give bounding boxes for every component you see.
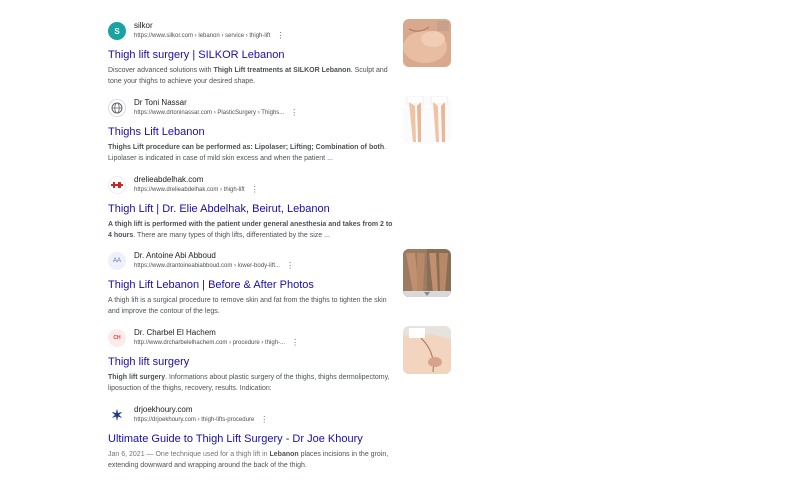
snippet-highlight: Lebanon bbox=[269, 451, 299, 458]
snippet-highlight: Thigh Lift treatments at SILKOR Lebanon bbox=[213, 67, 351, 74]
silkor-favicon-icon: S bbox=[108, 22, 126, 40]
more-options-icon[interactable]: ⋮ bbox=[260, 416, 268, 424]
result-title-link[interactable]: Thigh Lift | Dr. Elie Abdelhak, Beirut, … bbox=[108, 202, 468, 216]
result-thumbnail[interactable] bbox=[403, 249, 451, 297]
more-options-icon[interactable]: ⋮ bbox=[290, 109, 298, 117]
site-name: drjoekhoury.com bbox=[134, 405, 193, 414]
result-thumbnail[interactable] bbox=[403, 96, 451, 144]
site-url: https://drjoekhoury.com › thigh-lifts-pr… bbox=[134, 417, 255, 423]
snippet-text: Discover advanced solutions with bbox=[108, 67, 214, 74]
globe-icon-glyph bbox=[111, 102, 123, 114]
result-snippet: Thigh lift surgery. Informations about p… bbox=[108, 372, 398, 394]
more-options-icon[interactable]: ⋮ bbox=[291, 339, 299, 347]
result-snippet: A thigh lift is a surgical procedure to … bbox=[108, 295, 398, 317]
thigh-skin-image bbox=[403, 19, 451, 67]
more-options-icon[interactable]: ⋮ bbox=[251, 186, 259, 194]
legs-before-after-image bbox=[403, 96, 451, 144]
result-source[interactable]: ✶ drjoekhoury.com https://drjoekhoury.co… bbox=[108, 402, 468, 428]
snippet-highlight: Thigh lift surgery bbox=[108, 374, 166, 381]
favicon-letter: CH bbox=[113, 335, 121, 341]
site-url: http://www.drcharbelelhachem.com › proce… bbox=[134, 340, 286, 346]
more-options-icon[interactable]: ⋮ bbox=[276, 32, 284, 40]
result-snippet: Discover advanced solutions with Thigh L… bbox=[108, 65, 398, 87]
elie-abdelhak-logo-icon bbox=[108, 176, 126, 194]
result-thumbnail[interactable] bbox=[403, 326, 451, 374]
favicon-letter: S bbox=[114, 26, 120, 36]
search-result: ✶ drjoekhoury.com https://drjoekhoury.co… bbox=[108, 402, 468, 471]
site-name: Dr Toni Nassar bbox=[134, 98, 187, 107]
logo-glyph bbox=[111, 182, 123, 188]
ch-logo-icon: CH bbox=[108, 329, 126, 347]
aa-monogram-icon: AA bbox=[108, 252, 126, 270]
search-result: drelieabdelhak.com https://www.drelieabd… bbox=[108, 172, 468, 241]
snippet-highlight: Thighs Lift procedure can be performed a… bbox=[108, 144, 385, 151]
globe-icon bbox=[108, 99, 126, 117]
result-snippet: A thigh lift is performed with the patie… bbox=[108, 219, 398, 241]
site-url: https://www.silkor.com › lebanon › servi… bbox=[134, 33, 271, 39]
result-title-link[interactable]: Ultimate Guide to Thigh Lift Surgery - D… bbox=[108, 432, 468, 446]
site-name: Dr. Charbel El Hachem bbox=[134, 328, 216, 337]
result-snippet: Jan 6, 2021 — One technique used for a t… bbox=[108, 449, 398, 471]
site-url: https://www.drtoninassar.com › PlasticSu… bbox=[134, 110, 285, 116]
favicon-letter: ✶ bbox=[111, 406, 123, 423]
result-snippet: Thighs Lift procedure can be performed a… bbox=[108, 142, 398, 164]
result-thumbnail[interactable] bbox=[403, 19, 451, 67]
favicon-letter: AA bbox=[112, 258, 121, 264]
thigh-marking-image bbox=[403, 326, 451, 374]
more-options-icon[interactable]: ⋮ bbox=[286, 262, 294, 270]
result-source[interactable]: drelieabdelhak.com https://www.drelieabd… bbox=[108, 172, 468, 198]
site-name: drelieabdelhak.com bbox=[134, 175, 204, 184]
site-name: Dr. Antoine Abi Abboud bbox=[134, 251, 216, 260]
snippet-date-text: Jan 6, 2021 — One technique used for a t… bbox=[108, 451, 270, 458]
star-logo-icon: ✶ bbox=[108, 406, 126, 424]
site-name: silkor bbox=[134, 21, 153, 30]
thighs-before-after-image bbox=[403, 249, 451, 297]
site-url: https://www.drelieabdelhak.com › thigh-l… bbox=[134, 187, 245, 193]
snippet-text: . There are many types of thigh lifts, d… bbox=[133, 232, 330, 239]
site-url: https://www.drantoineabiabboud.com › low… bbox=[134, 263, 281, 269]
snippet-text: A thigh lift is a surgical procedure to … bbox=[108, 297, 387, 315]
